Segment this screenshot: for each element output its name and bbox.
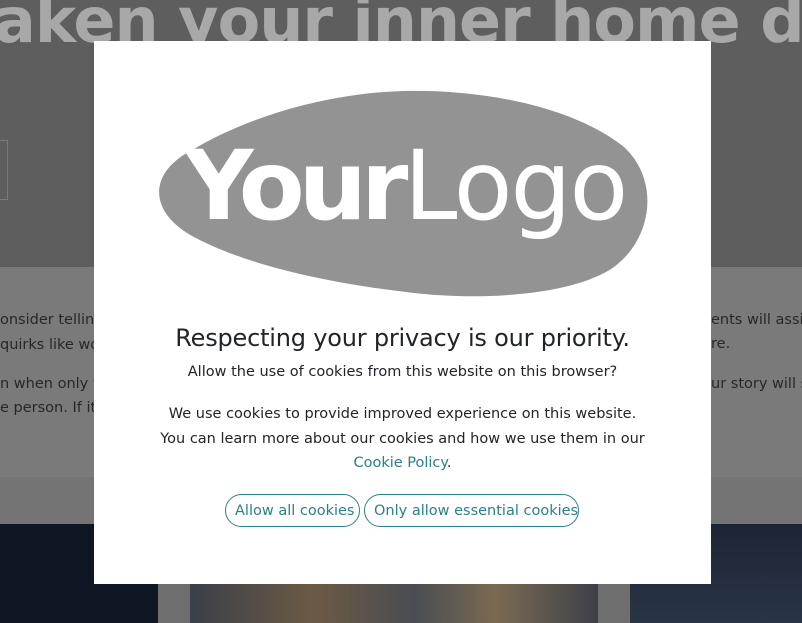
logo-text-bold: Your [183,130,409,242]
allow-essential-cookies-button[interactable]: Only allow essential cookies [364,494,579,527]
modal-body: We use cookies to provide improved exper… [154,402,651,476]
bg-text-right: ents will assist [711,312,802,328]
gallery-image-center [190,584,598,623]
cookie-policy-link[interactable]: Cookie Policy [353,455,446,471]
modal-body-end: . [446,455,452,471]
modal-question: Allow the use of cookies from this websi… [187,364,618,380]
bg-text-right: re. [711,336,731,352]
logo-text-light: Logo [404,130,626,242]
modal-body-text: We use cookies to provide improved exper… [160,406,645,447]
consent-buttons: Allow all cookies Only allow essential c… [225,494,579,527]
bg-text-left: e person. If it's [0,400,108,416]
bg-text-right: ur story will so [711,376,802,392]
cookie-consent-modal: Your Logo Respecting your privacy is our… [94,41,711,584]
bg-text-left: quirks like wo [0,337,100,353]
bg-text-left: n when only w [0,376,105,392]
allow-all-cookies-button[interactable]: Allow all cookies [225,494,360,527]
hero-decoration [0,140,8,200]
bg-text-left: onsider telling [0,312,104,328]
brand-logo: Your Logo [159,90,648,297]
modal-title: Respecting your privacy is our priority. [175,324,630,352]
